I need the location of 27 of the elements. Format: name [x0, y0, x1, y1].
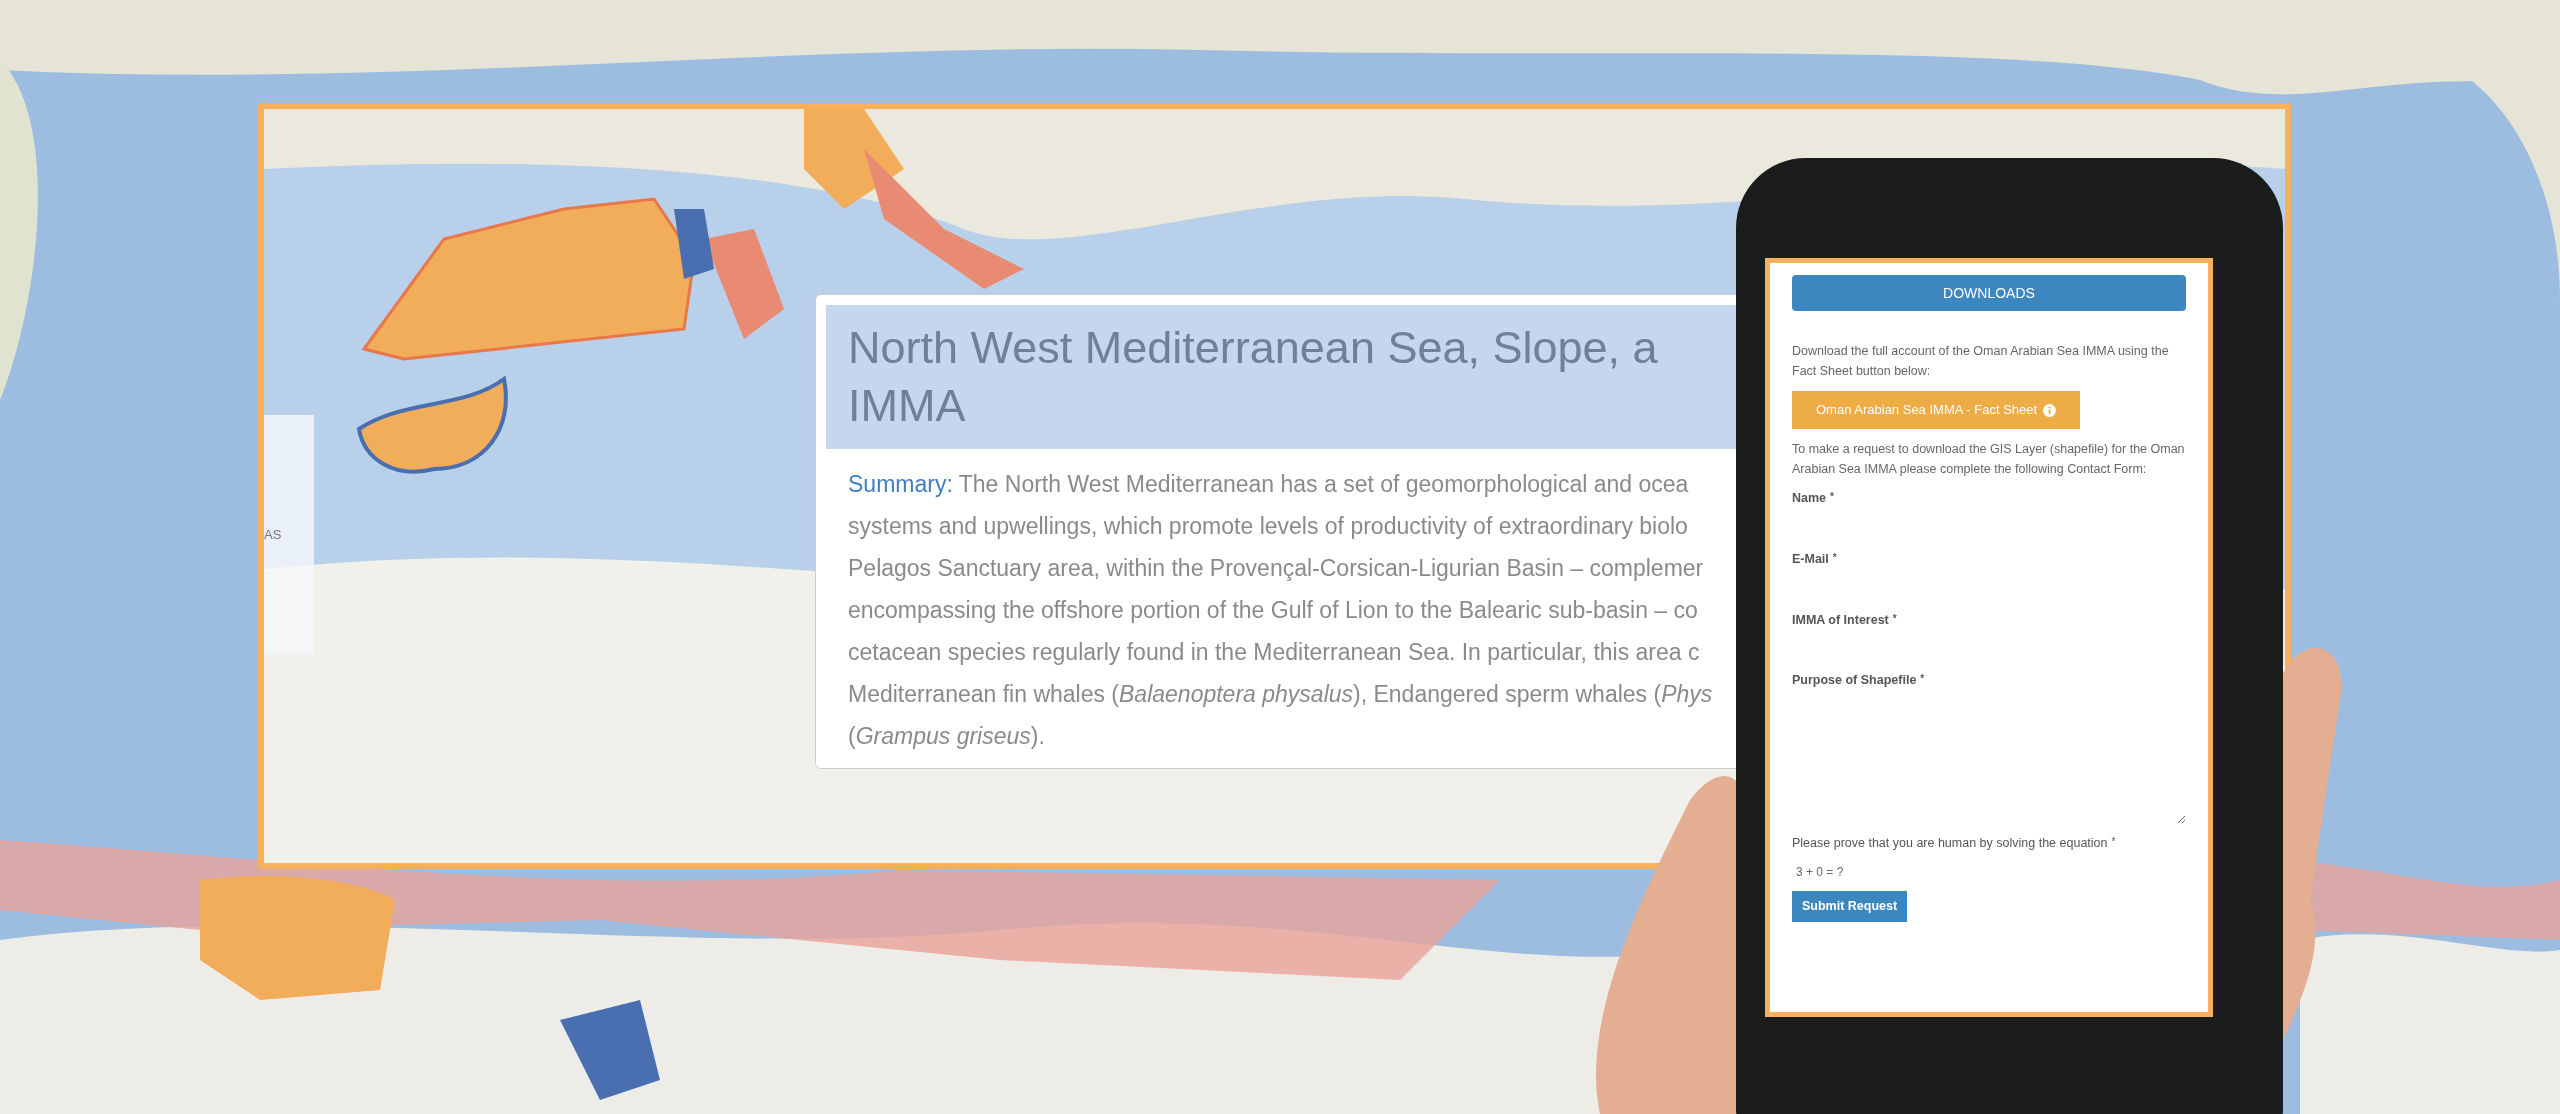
- summary-line: encompassing the offshore portion of the Gulf of Lion to the Balearic sub-basin – co: [848, 596, 1698, 625]
- downloads-button[interactable]: DOWNLOADS: [1792, 275, 2186, 311]
- captcha-equation: 3 + 0 = ?: [1795, 863, 1845, 881]
- field-label: E-Mail: [1792, 550, 1829, 568]
- required-mark: *: [1832, 550, 1837, 565]
- fact-sheet-button[interactable]: Oman Arabian Sea IMMA - Fact Sheet: [1792, 391, 2081, 429]
- required-mark: *: [1830, 490, 1834, 504]
- field-label: Purpose of Shapefile: [1792, 672, 1917, 690]
- intro-text: Download the full account of the Oman Arabian Sea IMMA using the Fact Sheet button below:: [1792, 343, 2170, 380]
- required-mark: *: [2111, 835, 2116, 849]
- summary-line: Summary: The North West Mediterranean has a set of geomorphological and ocea: [848, 470, 1689, 499]
- card-title: IMMA: [848, 379, 966, 433]
- legend-text: AS: [264, 526, 282, 544]
- request-text: To make a request to download the GIS Layer (shapefile) for the Oman Arabian Sea IMMA please complete the following Contact Form:: [1792, 441, 2186, 478]
- summary-line: Mediterranean fin whales (Balaenoptera physalus), Endangered sperm whales (Phys: [848, 680, 1713, 709]
- submit-request-button[interactable]: Submit Request: [1792, 890, 1908, 922]
- summary-line: systems and upwellings, which promote levels of productivity of extraordinary biolo: [848, 512, 1688, 541]
- captcha-label: Please prove that you are human by solving the equation: [1792, 835, 2108, 852]
- required-mark: *: [1920, 672, 1925, 687]
- field-label: Name: [1792, 490, 1827, 507]
- info-icon: [2043, 403, 2057, 417]
- required-mark: *: [1892, 611, 1897, 626]
- card-title: North West Mediterranean Sea, Slope, a: [848, 321, 1658, 375]
- summary-line: Pelagos Sanctuary area, within the Provençal-Corsican-Ligurian Basin – complemer: [848, 554, 1704, 583]
- summary-line: (Grampus griseus).: [848, 722, 1045, 751]
- field-label: IMMA of Interest: [1792, 611, 1889, 629]
- summary-line: cetacean species regularly found in the Mediterranean Sea. In particular, this area c: [848, 638, 1700, 667]
